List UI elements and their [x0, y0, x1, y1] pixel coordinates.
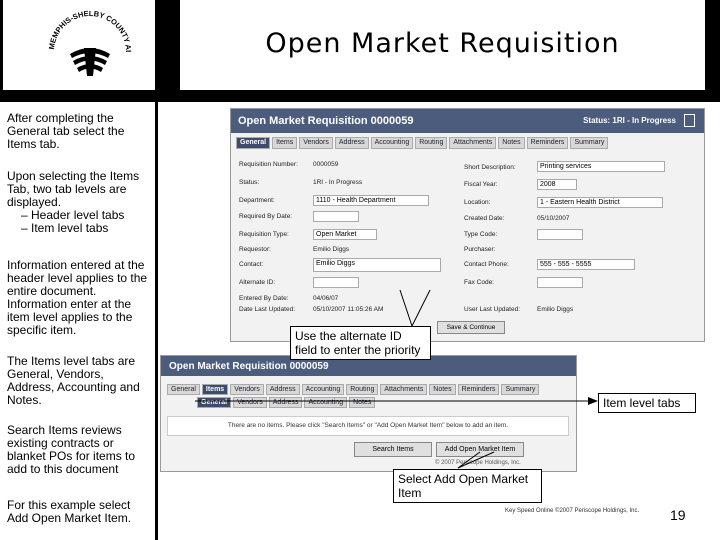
slide-footer: Key Speed Online ©2007 Periscope Holding… — [505, 508, 640, 514]
arrowhead-icon — [588, 397, 598, 405]
callout-item-level-tabs: Item level tabs — [598, 393, 696, 413]
alt-id-pointer — [399, 289, 413, 327]
page-number: 19 — [670, 507, 686, 523]
callout-add-open-market-item: Select Add Open Market Item — [393, 469, 542, 503]
callout-arrows — [195, 289, 598, 469]
alt-id-pointer — [411, 289, 431, 327]
callout-alternate-id: Use the alternate ID field to enter the … — [290, 326, 431, 360]
